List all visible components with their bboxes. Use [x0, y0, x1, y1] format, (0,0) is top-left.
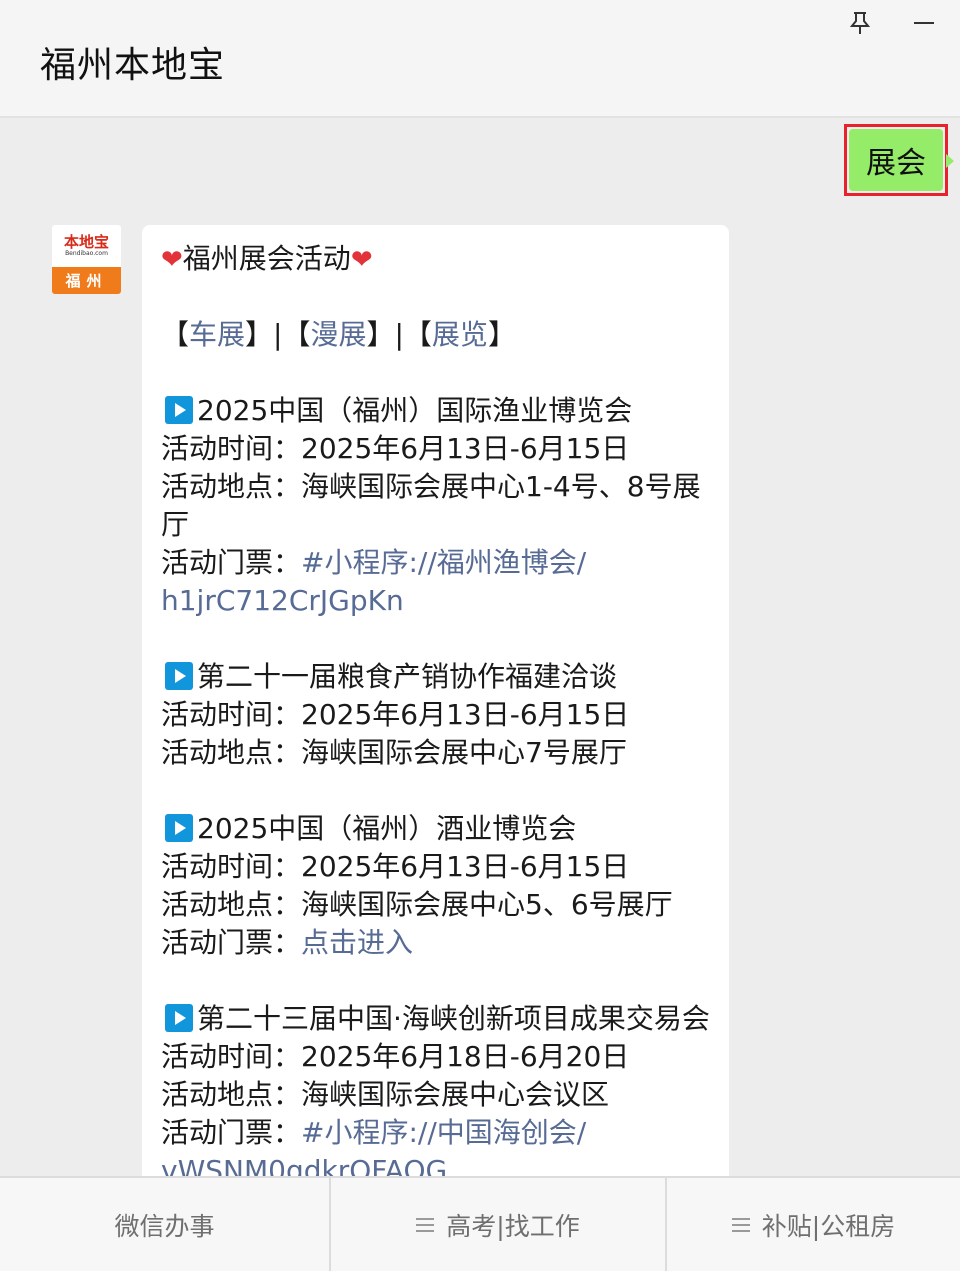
- place-label: 活动地点：: [161, 888, 302, 921]
- play-icon: [165, 1004, 193, 1032]
- menu-label: 微信办事: [114, 1211, 215, 1241]
- heart-icon: ❤: [161, 245, 183, 275]
- sent-message-bubble[interactable]: 展会: [849, 129, 943, 191]
- ticket-label: 活动门票：: [161, 546, 302, 579]
- event-name: 第二十三届中国·海峡创新项目成果交易会: [197, 1002, 710, 1035]
- event-place: 活动地点：海峡国际会展中心5、6号展厅: [161, 886, 721, 924]
- event-time: 活动时间：2025年6月13日-6月15日: [161, 848, 721, 886]
- link-exhibition[interactable]: 展览: [432, 318, 488, 351]
- heart-icon: ❤: [350, 245, 373, 275]
- category-links: 【车展】|【漫展】|【展览】: [161, 318, 516, 351]
- time-value: 2025年6月18日-6月20日: [301, 1040, 630, 1073]
- event-place-cont: 厅: [161, 508, 190, 541]
- event-title: 第二十三届中国·海峡创新项目成果交易会: [161, 1000, 721, 1038]
- ticket-label: 活动门票：: [161, 926, 302, 959]
- place-label: 活动地点：: [161, 736, 302, 769]
- pin-icon: [850, 12, 870, 34]
- event-place: 活动地点：海峡国际会展中心7号展厅: [161, 734, 721, 772]
- menu-wechat-services[interactable]: 微信办事: [0, 1178, 329, 1271]
- message-content: ❤福州展会活动❤ 【车展】|【漫展】|【展览】 2025中国（福州）国际渔业博览…: [161, 240, 721, 1190]
- avatar-city: 福州: [52, 267, 121, 294]
- event-name: 第二十一届粮食产销协作福建洽谈: [197, 660, 618, 693]
- event-ticket: 活动门票：点击进入: [161, 924, 721, 962]
- sent-bubble-tail: [946, 154, 954, 168]
- sent-message-highlight: 展会: [844, 124, 948, 196]
- time-value: 2025年6月13日-6月15日: [301, 698, 630, 731]
- play-icon: [165, 662, 193, 690]
- ticket-link[interactable]: #小程序://中国海创会/: [301, 1116, 586, 1149]
- play-icon: [165, 814, 193, 842]
- pin-button[interactable]: [842, 8, 878, 38]
- menu-exam-jobs[interactable]: 高考|找工作: [329, 1178, 665, 1271]
- avatar-sub: Bendibao.com: [65, 250, 108, 257]
- avatar-brand: 本地宝: [63, 233, 109, 251]
- event-title: 第二十一届粮食产销协作福建洽谈: [161, 658, 721, 696]
- ticket-label: 活动门票：: [161, 1116, 302, 1149]
- ticket-link[interactable]: 点击进入: [301, 926, 413, 959]
- submenu-icon: [731, 1214, 750, 1236]
- minimize-button[interactable]: [906, 8, 942, 38]
- event-ticket: 活动门票：#小程序://中国海创会/: [161, 1114, 721, 1152]
- event-time: 活动时间：2025年6月18日-6月20日: [161, 1038, 721, 1076]
- event-place: 活动地点：海峡国际会展中心1-4号、8号展: [161, 468, 721, 506]
- menu-subsidy-housing[interactable]: 补贴|公租房: [665, 1178, 960, 1271]
- menu-label: 高考|找工作: [446, 1211, 580, 1241]
- place-value: 海峡国际会展中心5、6号展厅: [301, 888, 673, 921]
- menu-label: 补贴|公租房: [761, 1211, 896, 1241]
- time-value: 2025年6月13日-6月15日: [301, 850, 630, 883]
- bottom-menu-bar: 微信办事 高考|找工作 补贴|公租房: [0, 1176, 960, 1271]
- event-ticket: 活动门票：#小程序://福州渔博会/: [161, 544, 721, 582]
- title-bar: 福州本地宝: [0, 0, 960, 118]
- message-heading: ❤福州展会活动❤: [161, 240, 721, 278]
- event-title: 2025中国（福州）国际渔业博览会: [161, 392, 721, 430]
- event-title: 2025中国（福州）酒业博览会: [161, 810, 721, 848]
- play-icon: [165, 396, 193, 424]
- minimize-icon: [914, 22, 934, 24]
- event-name: 2025中国（福州）国际渔业博览会: [197, 394, 633, 427]
- ticket-link[interactable]: #小程序://福州渔博会/: [301, 546, 586, 579]
- event-time: 活动时间：2025年6月13日-6月15日: [161, 696, 721, 734]
- official-account-avatar[interactable]: 本地宝 Bendibao.com 福州: [52, 225, 121, 294]
- time-label: 活动时间：: [161, 432, 302, 465]
- avatar-logo: 本地宝 Bendibao.com: [52, 225, 121, 267]
- place-label: 活动地点：: [161, 1078, 302, 1111]
- ticket-link-cont[interactable]: h1jrC712CrJGpKn: [161, 582, 721, 620]
- received-message-bubble: ❤福州展会活动❤ 【车展】|【漫展】|【展览】 2025中国（福州）国际渔业博览…: [142, 225, 729, 1205]
- time-label: 活动时间：: [161, 1040, 302, 1073]
- sent-message-text: 展会: [866, 146, 926, 181]
- place-value: 海峡国际会展中心1-4号、8号展: [301, 470, 701, 503]
- place-value: 海峡国际会展中心会议区: [301, 1078, 610, 1111]
- time-label: 活动时间：: [161, 850, 302, 883]
- place-value: 海峡国际会展中心7号展厅: [301, 736, 627, 769]
- heading-text: 福州展会活动: [182, 242, 351, 275]
- event-place: 活动地点：海峡国际会展中心会议区: [161, 1076, 721, 1114]
- time-value: 2025年6月13日-6月15日: [301, 432, 630, 465]
- time-label: 活动时间：: [161, 698, 302, 731]
- chat-title: 福州本地宝: [40, 45, 226, 86]
- event-name: 2025中国（福州）酒业博览会: [197, 812, 577, 845]
- event-time: 活动时间：2025年6月13日-6月15日: [161, 430, 721, 468]
- link-car-show[interactable]: 车展: [189, 318, 245, 351]
- link-comic-show[interactable]: 漫展: [310, 318, 366, 351]
- place-label: 活动地点：: [161, 470, 302, 503]
- submenu-icon: [416, 1214, 435, 1236]
